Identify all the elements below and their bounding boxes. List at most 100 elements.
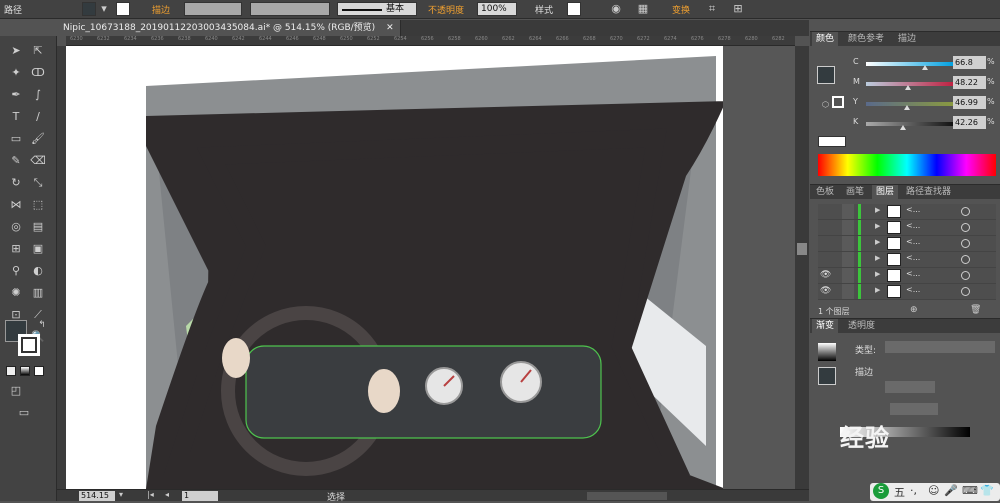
eyedropper-tool-icon[interactable]: ⚲ [6, 262, 26, 280]
perspective-grid-tool-icon[interactable]: ▤ [28, 218, 48, 236]
channel-slider[interactable] [866, 122, 954, 126]
expand-arrow-icon[interactable]: ▶ [875, 222, 880, 230]
target-icon[interactable] [961, 255, 970, 264]
layer-row[interactable]: 👁 ▶ <... [818, 268, 996, 284]
gradient-angle-select[interactable] [885, 381, 935, 393]
canvas-area[interactable] [66, 46, 795, 489]
color-spectrum[interactable] [818, 154, 996, 176]
type-tool-icon[interactable]: T [6, 108, 26, 126]
blend-tool-icon[interactable]: ◐ [28, 262, 48, 280]
pen-tool-icon[interactable]: ✒ [6, 86, 26, 104]
target-icon[interactable] [961, 271, 970, 280]
fill-swatch[interactable] [82, 2, 96, 16]
rectangle-tool-icon[interactable]: ▭ [6, 130, 26, 148]
channel-slider-knob[interactable] [921, 65, 928, 70]
paintbrush-tool-icon[interactable]: 🖌 [28, 130, 48, 148]
eraser-tool-icon[interactable]: ⌫ [28, 152, 48, 170]
stroke-color-box[interactable] [18, 334, 40, 356]
expand-arrow-icon[interactable]: ▶ [875, 238, 880, 246]
target-icon[interactable] [961, 287, 970, 296]
lasso-tool-icon[interactable]: ↀ [28, 64, 48, 82]
column-graph-tool-icon[interactable]: ▥ [28, 284, 48, 302]
rotate-tool-icon[interactable]: ↻ [6, 174, 26, 192]
width-tool-icon[interactable]: ⋈ [6, 196, 26, 214]
skin-icon[interactable]: 👕 [980, 484, 994, 497]
page-input[interactable]: 1 [182, 491, 218, 501]
line-tool-icon[interactable]: ∕ [28, 108, 48, 126]
magic-wand-tool-icon[interactable]: ✦ [6, 64, 26, 82]
channel-slider-knob[interactable] [904, 105, 911, 110]
target-icon[interactable] [961, 239, 970, 248]
panel-tab[interactable]: 颜色 [812, 32, 839, 46]
channel-value-input[interactable]: 46.99 [953, 96, 986, 109]
free-transform-tool-icon[interactable]: ⬚ [28, 196, 48, 214]
lock-toggle[interactable] [842, 204, 854, 219]
document-tab[interactable]: Nipic_10673188_20190112203003435084.ai* … [57, 20, 401, 36]
symbol-sprayer-tool-icon[interactable]: ✺ [6, 284, 26, 302]
none-white-black-swatches[interactable] [818, 136, 846, 147]
keyboard-icon[interactable]: ⌨ [962, 484, 978, 497]
trash-icon[interactable]: 🗑 [970, 305, 981, 315]
stroke-weight-select[interactable] [184, 2, 242, 16]
close-icon[interactable]: ✕ [386, 23, 394, 33]
chevron-down-icon[interactable]: ▾ [98, 3, 110, 15]
selection-tool-icon[interactable]: ➤ [6, 42, 26, 60]
direct-selection-tool-icon[interactable]: ⇱ [28, 42, 48, 60]
channel-slider-knob[interactable] [900, 125, 907, 130]
panel-tab[interactable]: 图层 [872, 185, 899, 199]
channel-slider-knob[interactable] [905, 85, 912, 90]
scroll-thumb[interactable] [797, 243, 807, 255]
opacity-input[interactable]: 100% [477, 2, 517, 16]
target-icon[interactable] [961, 223, 970, 232]
previous-page-icon[interactable]: ◂ [165, 490, 169, 499]
lock-toggle[interactable] [842, 252, 854, 267]
lock-toggle[interactable] [842, 236, 854, 251]
gradient-tool-icon[interactable]: ▣ [28, 240, 48, 258]
screen-mode-icon[interactable]: ▭ [14, 404, 34, 422]
vertical-scrollbar[interactable] [795, 46, 809, 489]
ime-logo[interactable]: S [873, 483, 889, 499]
lock-toggle[interactable] [842, 220, 854, 235]
gradient-type-select[interactable] [885, 341, 995, 353]
panel-tab[interactable]: 色板 [812, 185, 838, 199]
align-icon[interactable]: ▦ [637, 3, 649, 15]
panel-tab[interactable]: 颜色参考 [844, 32, 888, 46]
channel-value-input[interactable]: 66.8 [953, 56, 986, 69]
panel-tab[interactable]: 画笔 [842, 185, 868, 199]
target-icon[interactable] [961, 207, 970, 216]
gradient-aspect-select[interactable] [890, 403, 938, 415]
eye-icon[interactable]: 👁 [820, 286, 831, 296]
new-layer-icon[interactable]: ⊕ [910, 305, 918, 315]
expand-arrow-icon[interactable]: ▶ [875, 254, 880, 262]
layer-row[interactable]: 👁 ▶ <... [818, 284, 996, 300]
scale-tool-icon[interactable]: ⤡ [28, 174, 48, 192]
lock-toggle[interactable] [842, 284, 854, 299]
lock-toggle[interactable] [842, 268, 854, 283]
shape-builder-tool-icon[interactable]: ◎ [6, 218, 26, 236]
zoom-input[interactable]: 514.15 [79, 491, 115, 501]
isolate-icon[interactable]: ⌗ [706, 3, 718, 15]
layer-row[interactable]: ▶ <... [818, 204, 996, 220]
dashboard[interactable] [246, 346, 601, 438]
panel-tab[interactable]: 描边 [894, 32, 920, 46]
first-page-icon[interactable]: |◂ [147, 490, 154, 499]
channel-slider[interactable] [866, 62, 954, 66]
emoji-icon[interactable]: ☺ [928, 484, 939, 497]
punctuation-icon[interactable]: ·, [910, 484, 917, 497]
stroke-link[interactable]: 描边 [152, 3, 170, 16]
panel-tab[interactable]: 渐变 [812, 319, 839, 333]
swap-colors-icon[interactable]: ↰ [32, 316, 52, 334]
layer-row[interactable]: ▶ <... [818, 236, 996, 252]
layer-row[interactable]: ▶ <... [818, 252, 996, 268]
brush-select[interactable]: 基本 [337, 2, 417, 16]
stroke-swatch[interactable] [116, 2, 130, 16]
layer-row[interactable]: ▶ <... [818, 220, 996, 236]
gradient-mode-icon[interactable] [20, 366, 30, 376]
expand-arrow-icon[interactable]: ▶ [875, 286, 880, 294]
variable-width-select[interactable] [250, 2, 330, 16]
pencil-tool-icon[interactable]: ✎ [6, 152, 26, 170]
none-mode-icon[interactable] [34, 366, 44, 376]
panel-tab[interactable]: 透明度 [844, 319, 879, 333]
options-icon[interactable]: ⊞ [732, 3, 744, 15]
microphone-icon[interactable]: 🎤 [944, 484, 958, 497]
